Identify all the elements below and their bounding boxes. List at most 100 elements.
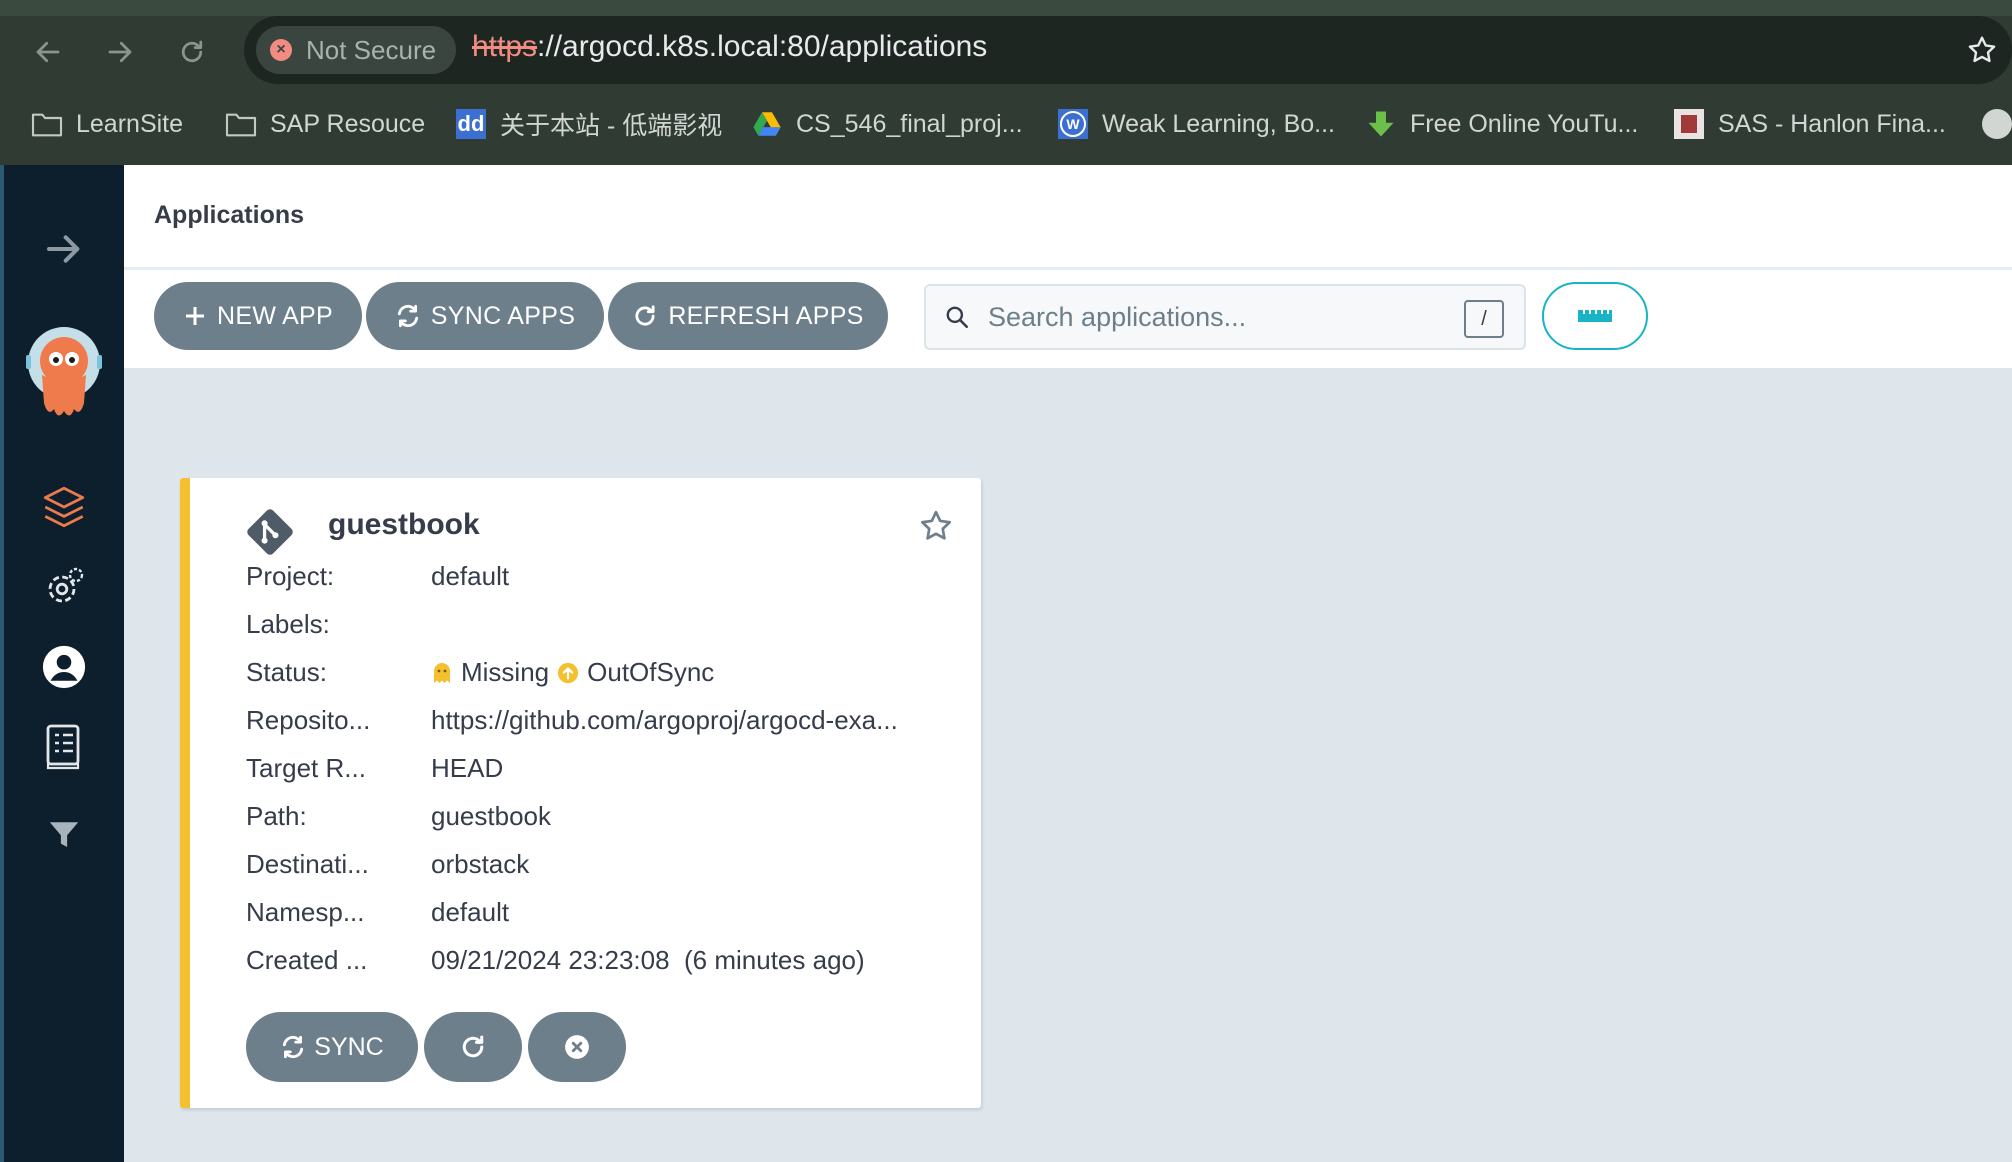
search-shortcut-hint: / (1464, 300, 1504, 338)
bookmark-sap-resource[interactable]: SAP Resouce (224, 98, 425, 150)
sidebar-expand-button[interactable] (34, 219, 94, 279)
star-outline-icon (1968, 36, 1996, 63)
argo-octopus-icon (26, 327, 102, 416)
sync-apps-button[interactable]: SYNC APPS (366, 282, 604, 350)
application-name[interactable]: guestbook (328, 508, 480, 542)
sidebar-item-filter[interactable] (34, 805, 94, 865)
status-values: Missing OutOfSync (431, 657, 714, 688)
url-scheme: https (472, 30, 538, 63)
download-arrow-icon (1364, 108, 1398, 140)
argo-logo[interactable] (26, 325, 102, 423)
bookmark-label: SAS - Hanlon Fina... (1718, 109, 1946, 138)
back-arrow-icon (36, 41, 60, 63)
folder-icon (30, 108, 64, 140)
bookmark-sas-hanlon[interactable]: SAS - Hanlon Fina... (1672, 98, 1946, 150)
bookmark-free-online-youtube[interactable]: Free Online YouTu... (1364, 98, 1638, 150)
filter-icon (49, 822, 79, 848)
sync-button[interactable]: SYNC (246, 1012, 418, 1082)
field-label: Path: (246, 801, 307, 831)
star-outline-icon (921, 510, 951, 540)
layers-icon (43, 486, 85, 528)
status-color-bar (180, 478, 190, 1108)
delete-button[interactable] (528, 1012, 626, 1082)
field-label: Namesp... (246, 897, 365, 927)
field-value: default (431, 897, 510, 927)
field-value: HEAD (431, 753, 504, 783)
gear-icon (48, 567, 84, 603)
field-value: 09/21/2024 23:23:08 (6 minutes ago) (431, 945, 865, 975)
dd-site-icon: dd (454, 108, 488, 140)
refresh-icon (462, 1035, 484, 1058)
back-button[interactable] (26, 30, 70, 74)
new-app-button[interactable]: NEW APP (154, 282, 362, 350)
refresh-apps-label: REFRESH APPS (668, 301, 864, 330)
search-placeholder: Search applications... (988, 302, 1247, 332)
close-circle-icon (565, 1035, 589, 1059)
applications-toolbar: NEW APP SYNC APPS REFRESH APPS Search ap… (124, 270, 2012, 368)
bookmark-github[interactable] (1980, 98, 2012, 150)
field-label: Labels: (246, 609, 330, 639)
sidebar-item-user-info[interactable] (34, 637, 94, 697)
ruler-icon (1578, 310, 1612, 322)
sync-icon (280, 1034, 306, 1060)
url-rest: ://argocd.k8s.local:80/applications (537, 30, 988, 63)
user-circle-icon (42, 645, 86, 689)
security-label: Not Secure (306, 34, 437, 65)
google-drive-icon (750, 108, 784, 140)
tab-strip (0, 0, 2012, 16)
bookmark-learnsite[interactable]: LearnSite (30, 98, 183, 150)
bookmarks-bar: LearnSite SAP Resouce dd 关于本站 - 低端影视 CS_… (0, 98, 2012, 150)
bookmark-weak-learning[interactable]: W Weak Learning, Bo... (1056, 98, 1335, 150)
stevens-icon (1672, 108, 1706, 140)
new-app-label: NEW APP (216, 301, 334, 330)
view-toggle-button[interactable] (1542, 282, 1648, 350)
bookmark-label: Free Online YouTu... (1410, 109, 1639, 138)
sync-apps-label: SYNC APPS (430, 301, 576, 330)
field-value: guestbook (431, 801, 551, 831)
ghost-icon (431, 661, 453, 685)
bookmark-label: SAP Resouce (270, 109, 426, 138)
wordpress-icon: W (1056, 108, 1090, 140)
bookmark-label: CS_546_final_proj... (796, 109, 1023, 138)
favorite-button[interactable] (918, 508, 954, 549)
bookmark-star-button[interactable] (1960, 28, 2004, 72)
bookmark-cs546[interactable]: CS_546_final_proj... (750, 98, 1023, 150)
health-status: Missing (461, 657, 550, 687)
bookmark-label: LearnSite (76, 109, 184, 138)
field-label: Project: (246, 561, 335, 591)
search-applications-input[interactable]: Search applications... / (924, 284, 1526, 350)
bookmark-label: 关于本站 - 低端影视 (500, 112, 723, 140)
sidebar-edge (0, 165, 4, 1162)
field-label: Created ... (246, 945, 368, 975)
folder-icon (224, 108, 258, 140)
reload-button[interactable] (170, 30, 214, 74)
sidebar-item-settings[interactable] (34, 557, 94, 617)
forward-arrow-icon (108, 41, 132, 63)
field-value: orbstack (431, 849, 530, 879)
sync-status: OutOfSync (587, 657, 715, 687)
forward-button[interactable] (98, 30, 142, 74)
sidebar-item-applications[interactable] (34, 477, 94, 537)
refresh-button[interactable] (424, 1012, 522, 1082)
sync-icon (395, 303, 421, 329)
arrow-right-icon (47, 235, 80, 263)
refresh-icon (632, 303, 658, 329)
field-label: Status: (246, 657, 327, 687)
url-text[interactable]: https://argocd.k8s.local:80/applications (472, 30, 987, 64)
field-label: Destinati... (246, 849, 369, 879)
application-tile[interactable]: guestbook Project: default Labels: Statu… (180, 478, 981, 1108)
bookmark-dd-site[interactable]: dd 关于本站 - 低端影视 (454, 98, 722, 150)
refresh-apps-button[interactable]: REFRESH APPS (608, 282, 888, 350)
page-header: Applications (124, 165, 2012, 270)
browser-chrome: × Not Secure https://argocd.k8s.local:80… (0, 0, 2012, 165)
reload-icon (181, 40, 203, 63)
field-value: default (431, 561, 510, 591)
sidebar (0, 165, 124, 1162)
field-label: Target R... (246, 753, 366, 783)
plus-icon (183, 304, 207, 328)
page-title: Applications (154, 201, 305, 229)
security-indicator[interactable]: × Not Secure (256, 26, 456, 74)
sidebar-item-documentation[interactable] (34, 717, 94, 777)
sync-label: SYNC (314, 1032, 384, 1061)
field-value[interactable]: https://github.com/argoproj/argocd-exa..… (431, 705, 898, 736)
